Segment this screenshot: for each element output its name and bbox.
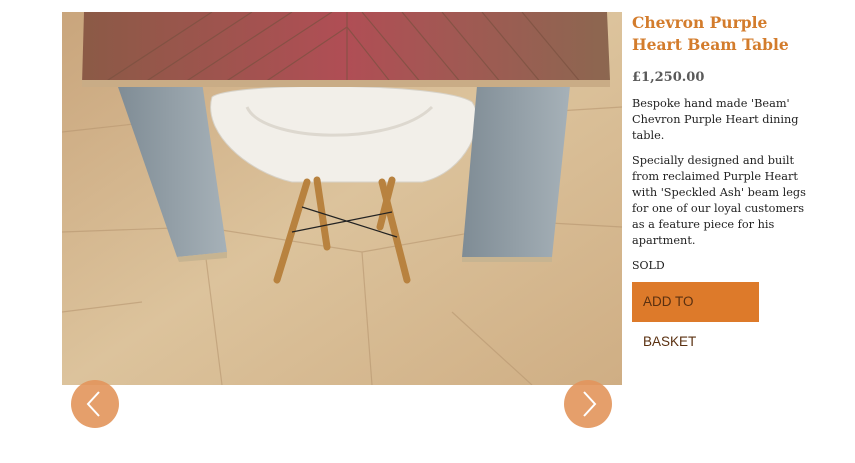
product-photo xyxy=(62,12,622,385)
add-to-basket-button[interactable]: ADD TO BASKET xyxy=(632,282,759,349)
product-description-1: Bespoke hand made 'Beam' Chevron Purple … xyxy=(632,97,799,142)
product-price: £1,250.00 xyxy=(632,70,705,85)
product-info: Chevron Purple Heart Beam Table £1,250.0… xyxy=(632,12,817,350)
product-title: Chevron Purple Heart Beam Table xyxy=(632,13,789,54)
chevron-right-icon xyxy=(583,391,597,417)
product-description-2: Specially designed and built from reclai… xyxy=(632,154,806,247)
previous-image-button[interactable] xyxy=(71,380,119,428)
chevron-left-icon xyxy=(86,391,100,417)
stock-status: SOLD xyxy=(632,259,665,272)
product-photo-illustration xyxy=(62,12,622,385)
next-image-button[interactable] xyxy=(564,380,612,428)
